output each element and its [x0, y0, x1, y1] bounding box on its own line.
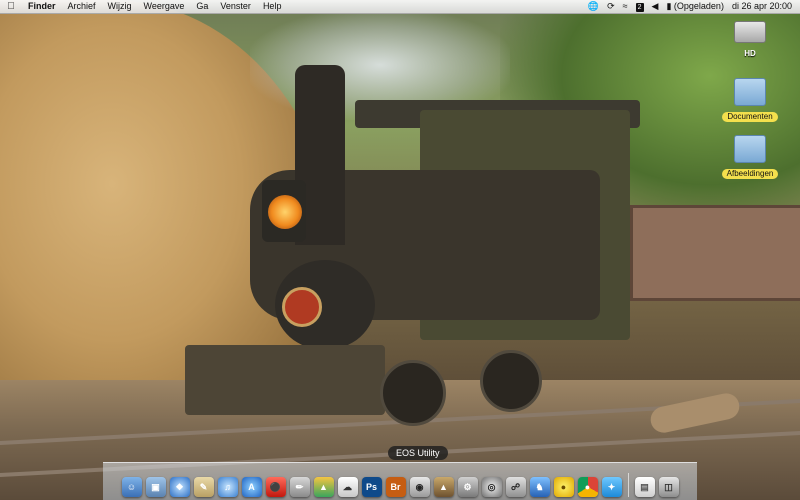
- wallpaper-number-plate: [282, 287, 322, 327]
- twitter-icon[interactable]: ✦: [601, 477, 622, 497]
- menu-archief[interactable]: Archief: [62, 0, 102, 13]
- folder-icon: [734, 135, 766, 163]
- sync-icon[interactable]: ⟳: [603, 0, 619, 13]
- battery-icon: ▮: [666, 1, 672, 11]
- flashlight-icon[interactable]: ⚫: [265, 477, 286, 497]
- eos-utility-icon[interactable]: ◉: [409, 477, 430, 497]
- wallpaper-wheel: [380, 360, 446, 426]
- wallpaper-buffer-beam: [185, 345, 385, 415]
- trash-icon[interactable]: ◫: [658, 477, 679, 497]
- desktop-icon-hd[interactable]: HD: [715, 18, 785, 61]
- bridge-label: Br: [390, 482, 401, 492]
- disk-utility-icon[interactable]: ☍: [505, 477, 526, 497]
- menu-bar:  Finder Archief Wijzig Weergave Ga Vens…: [0, 0, 800, 14]
- dock-separator: [627, 473, 629, 497]
- tray-box-label: 2: [635, 3, 644, 12]
- menu-bar-left:  Finder Archief Wijzig Weergave Ga Vens…: [0, 0, 287, 13]
- menu-app-name[interactable]: Finder: [22, 0, 62, 13]
- finder-icon[interactable]: ☺: [121, 477, 142, 497]
- desktop-icon-label: Afbeeldingen: [721, 169, 779, 179]
- apple-menu-icon[interactable]: : [0, 1, 22, 12]
- preview-icon[interactable]: ▣: [145, 477, 166, 497]
- wifi-icon[interactable]: ≈: [619, 0, 632, 13]
- menu-bar-right: 🌐 ⟳ ≈ 2 ◀ ▮ (Opgeladen) di 26 apr 20:00: [584, 0, 800, 13]
- pencil-icon[interactable]: ✏: [289, 477, 310, 497]
- wallpaper-wagon: [630, 205, 800, 301]
- stocks-icon[interactable]: ▲: [313, 477, 334, 497]
- duck-icon[interactable]: ●: [553, 477, 574, 497]
- gears-icon[interactable]: ⚙: [457, 477, 478, 497]
- network-icon[interactable]: ♞: [529, 477, 550, 497]
- wallpaper-wheel: [480, 350, 542, 412]
- photoshop-icon[interactable]: Ps: [361, 477, 382, 497]
- desktop-icon-afbeeldingen[interactable]: Afbeeldingen: [715, 135, 785, 181]
- hard-drive-icon: [734, 21, 766, 43]
- photoshop-label: Ps: [365, 482, 377, 492]
- desktop-icon-label: HD: [744, 49, 756, 58]
- itunes-icon[interactable]: ♫: [217, 477, 238, 497]
- menu-help[interactable]: Help: [257, 0, 288, 13]
- menu-venster[interactable]: Venster: [214, 0, 257, 13]
- script-icon[interactable]: ✎: [193, 477, 214, 497]
- folder-icon: [734, 78, 766, 106]
- app-store-icon[interactable]: A: [241, 477, 262, 497]
- battery-menu[interactable]: ▮ (Opgeladen): [662, 0, 728, 13]
- cloud-icon[interactable]: ☁: [337, 477, 358, 497]
- dock-tooltip: EOS Utility: [388, 446, 448, 460]
- menu-weergave[interactable]: Weergave: [138, 0, 191, 13]
- wallpaper-lamp-glow: [268, 195, 302, 229]
- dock: ☺ ▣ ❖ ✎ ♫ A ⚫ ✏ ▲ ☁ Ps Br ◉ ▲ ⚙ ◎ ☍ ♞ ● …: [103, 462, 697, 500]
- photos-icon[interactable]: ▲: [433, 477, 454, 497]
- lens-icon[interactable]: ◎: [481, 477, 502, 497]
- volume-icon[interactable]: ◀: [648, 0, 663, 13]
- chrome-icon[interactable]: ●: [577, 477, 598, 497]
- safari-icon[interactable]: ❖: [169, 477, 190, 497]
- menu-ga[interactable]: Ga: [190, 0, 214, 13]
- battery-status: (Opgeladen): [673, 1, 724, 11]
- bridge-icon[interactable]: Br: [385, 477, 406, 497]
- tray-box-item[interactable]: 2: [632, 0, 648, 13]
- menu-wijzig[interactable]: Wijzig: [102, 0, 138, 13]
- globe-icon[interactable]: 🌐: [584, 0, 603, 13]
- desktop-icon-label: Documenten: [722, 112, 778, 122]
- desktop-wallpaper: [0, 0, 800, 500]
- documents-stack-icon[interactable]: ▤: [634, 477, 655, 497]
- menu-clock[interactable]: di 26 apr 20:00: [728, 0, 796, 13]
- desktop-icon-documenten[interactable]: Documenten: [715, 78, 785, 124]
